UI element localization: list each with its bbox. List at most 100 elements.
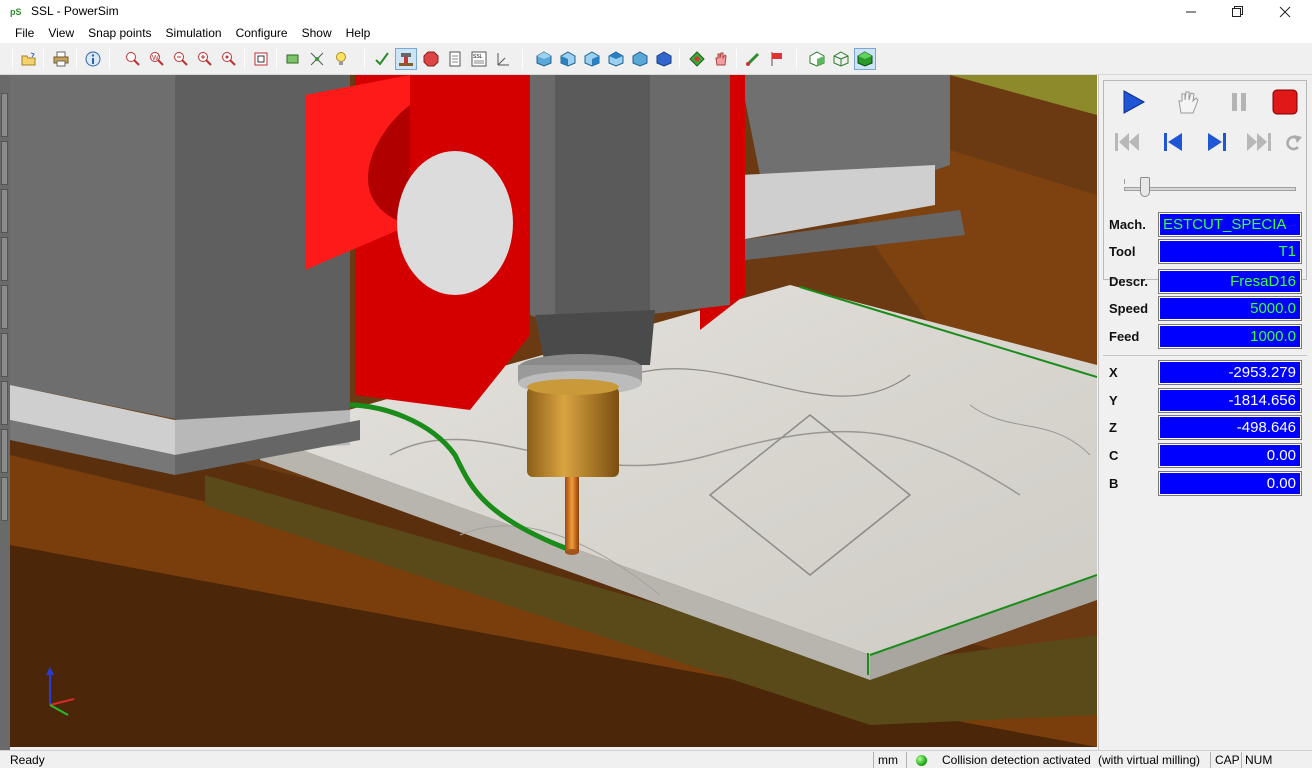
minimize-button[interactable] (1168, 0, 1214, 24)
light-icon[interactable] (330, 48, 352, 70)
dock-tab[interactable] (1, 141, 8, 185)
toolbar-separator (76, 49, 77, 69)
previous-icon (1164, 133, 1182, 151)
milling-tool-tip (565, 549, 579, 555)
machine-label: Mach. (1109, 217, 1146, 232)
menu-show[interactable]: Show (295, 24, 339, 43)
milling-tool (565, 477, 579, 552)
coord-b-value: 0.00 (1158, 471, 1302, 496)
ssl-icon[interactable]: SSL (468, 48, 490, 70)
dock-tab[interactable] (1, 237, 8, 281)
menu-simulation[interactable]: Simulation (159, 24, 229, 43)
dock-tab[interactable] (1, 333, 8, 377)
solid-icon[interactable] (854, 48, 876, 70)
description-row: Descr. FresaD16 (1103, 269, 1307, 294)
status-collision: Collision detection activated (942, 753, 1091, 767)
svg-text:SSL: SSL (473, 54, 483, 60)
coordinates: X -2953.279 Y -1814.656 Z -498.646 C 0.0… (1103, 355, 1307, 505)
axes-icon[interactable] (492, 48, 514, 70)
snap-icon[interactable] (306, 48, 328, 70)
toolbar-separator (244, 49, 245, 69)
status-separator (1241, 752, 1242, 768)
window-title: SSL - PowerSim (31, 4, 119, 18)
machine-icon[interactable] (395, 48, 417, 70)
dock-tab[interactable] (1, 189, 8, 233)
view-left-icon[interactable] (581, 48, 603, 70)
left-dock-strip (0, 75, 10, 750)
dock-tab[interactable] (1, 285, 8, 329)
last-button[interactable] (1244, 127, 1274, 157)
stop-sign-icon[interactable] (420, 48, 442, 70)
toolbar-separator (109, 49, 110, 69)
zoom-out-icon[interactable] (170, 48, 192, 70)
zoom-window-icon[interactable] (122, 48, 144, 70)
3d-viewport[interactable] (10, 75, 1097, 747)
speed-row: Speed 5000.0 (1103, 296, 1307, 321)
machine-scene (10, 75, 1097, 747)
flag-icon[interactable] (766, 48, 788, 70)
coord-x-label: X (1109, 365, 1118, 380)
view-iso-icon[interactable] (533, 48, 555, 70)
last-icon (1247, 133, 1271, 151)
description-value: FresaD16 (1158, 269, 1302, 294)
menu-view[interactable]: View (41, 24, 81, 43)
view-right-icon[interactable] (605, 48, 627, 70)
previous-button[interactable] (1158, 127, 1188, 157)
view-front-icon[interactable] (557, 48, 579, 70)
next-button[interactable] (1202, 127, 1232, 157)
print-icon[interactable] (50, 48, 72, 70)
maximize-button[interactable] (1215, 0, 1261, 24)
pause-button[interactable] (1224, 87, 1254, 117)
dock-tab[interactable] (1, 477, 8, 521)
stop-icon (1272, 89, 1298, 115)
report-icon[interactable] (444, 48, 466, 70)
feed-value: 1000.0 (1158, 324, 1302, 349)
zoom-in-icon[interactable] (194, 48, 216, 70)
wireframe-icon[interactable] (830, 48, 852, 70)
status-units: mm (878, 753, 898, 767)
shaded-icon[interactable] (806, 48, 828, 70)
play-button[interactable] (1118, 87, 1148, 117)
feed-row: Feed 1000.0 (1103, 324, 1307, 349)
menu-bar: File View Snap points Simulation Configu… (0, 24, 1312, 43)
menu-snap-points[interactable]: Snap points (81, 24, 158, 43)
coord-y-row: Y -1814.656 (1103, 388, 1307, 413)
close-button[interactable] (1262, 0, 1308, 24)
rectangle-icon[interactable] (282, 48, 304, 70)
info-icon[interactable] (82, 48, 104, 70)
rotate-icon[interactable] (686, 48, 708, 70)
description-label: Descr. (1109, 274, 1149, 289)
toolbar-separator (522, 49, 523, 69)
status-separator (906, 752, 907, 768)
status-bar: Ready mm Collision detection activated (… (0, 750, 1312, 768)
menu-file[interactable]: File (8, 24, 41, 43)
zoom-all-icon[interactable]: W (146, 48, 168, 70)
view-top-icon[interactable] (653, 48, 675, 70)
collision-led-icon (916, 755, 927, 766)
hand-icon[interactable] (710, 48, 732, 70)
zoom-dynamic-icon[interactable] (218, 48, 240, 70)
title-bar: pS SSL - PowerSim (0, 0, 1312, 24)
dock-tab[interactable] (1, 429, 8, 473)
menu-configure[interactable]: Configure (229, 24, 295, 43)
dock-tab[interactable] (1, 381, 8, 425)
toolbar-separator (736, 49, 737, 69)
open-icon[interactable] (18, 48, 40, 70)
view-back-icon[interactable] (629, 48, 651, 70)
edit-icon[interactable] (742, 48, 764, 70)
coord-y-label: Y (1109, 393, 1118, 408)
reset-button[interactable] (1278, 127, 1308, 157)
stop-button[interactable] (1270, 87, 1300, 117)
first-icon (1115, 133, 1139, 151)
menu-help[interactable]: Help (339, 24, 378, 43)
coord-x-row: X -2953.279 (1103, 360, 1307, 385)
coord-y-value: -1814.656 (1158, 388, 1302, 413)
dock-tab[interactable] (1, 93, 8, 137)
slider-thumb[interactable] (1140, 177, 1150, 197)
coord-x-value: -2953.279 (1158, 360, 1302, 385)
check-icon[interactable] (371, 48, 393, 70)
status-separator (1210, 752, 1211, 768)
fit-icon[interactable] (250, 48, 272, 70)
hand-button[interactable] (1172, 87, 1202, 117)
first-button[interactable] (1112, 127, 1142, 157)
